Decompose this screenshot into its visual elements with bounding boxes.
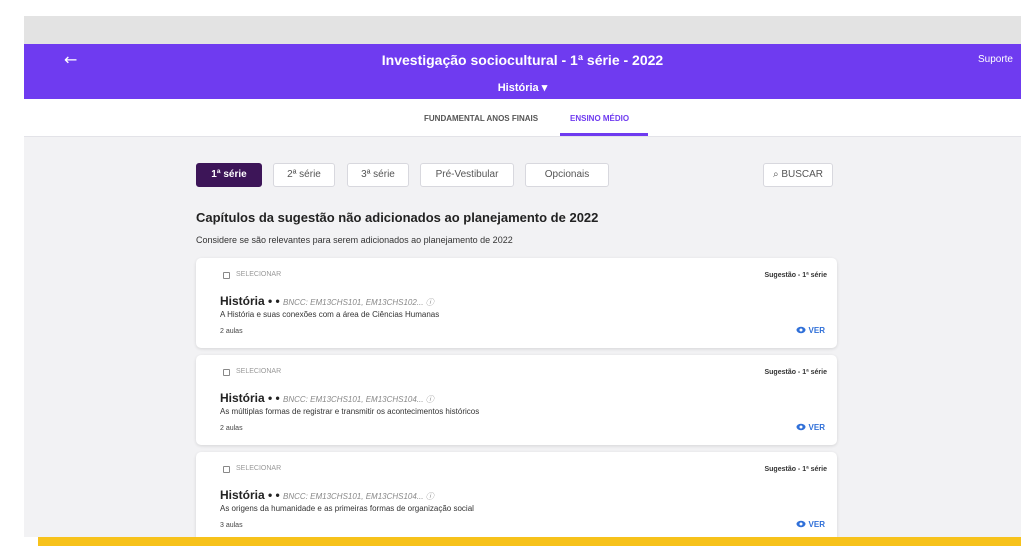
select-label[interactable]: SELECIONAR — [236, 271, 281, 278]
section-subtitle: Considere se são relevantes para serem a… — [196, 235, 513, 245]
select-checkbox[interactable] — [223, 466, 230, 473]
search-button[interactable]: ⌕ BUSCAR — [763, 163, 833, 187]
series-tab-2[interactable]: 2ª série — [273, 163, 335, 187]
bncc-codes: BNCC: EM13CHS101, EM13CHS104... ⓘ — [283, 492, 434, 501]
view-label: VER — [808, 326, 825, 335]
bottom-accent-bar — [38, 537, 1021, 546]
chapter-card: SELECIONAR Sugestão - 1ª série História … — [196, 258, 837, 348]
subject-name: História • • — [220, 391, 280, 405]
select-checkbox[interactable] — [223, 272, 230, 279]
subject-name: História • • — [220, 488, 280, 502]
chapter-card: SELECIONAR Sugestão - 1ª série História … — [196, 452, 837, 537]
series-tab-pre-vestibular[interactable]: Pré-Vestibular — [420, 163, 514, 187]
series-tab-1[interactable]: 1ª série — [196, 163, 262, 187]
select-checkbox[interactable] — [223, 369, 230, 376]
chapter-description: As origens da humanidade e as primeiras … — [220, 504, 474, 513]
eye-icon — [796, 423, 806, 431]
lesson-count: 2 aulas — [220, 328, 243, 335]
active-tab-underline — [560, 133, 648, 136]
view-button[interactable]: VER — [796, 520, 825, 529]
suggestion-tag: Sugestão - 1ª série — [764, 272, 827, 279]
view-label: VER — [808, 520, 825, 529]
view-button[interactable]: VER — [796, 326, 825, 335]
view-label: VER — [808, 423, 825, 432]
suggestion-tag: Sugestão - 1ª série — [764, 369, 827, 376]
section-title: Capítulos da sugestão não adicionados ao… — [196, 210, 599, 225]
modal-top-strip — [24, 16, 1021, 44]
subject-dropdown[interactable]: História ▾ — [24, 81, 1021, 94]
eye-icon — [796, 326, 806, 334]
tab-fundamental[interactable]: FUNDAMENTAL ANOS FINAIS — [424, 114, 538, 123]
suggestion-tag: Sugestão - 1ª série — [764, 466, 827, 473]
view-button[interactable]: VER — [796, 423, 825, 432]
bncc-codes: BNCC: EM13CHS101, EM13CHS102... ⓘ — [283, 298, 434, 307]
planning-modal: ← Investigação sociocultural - 1ª série … — [24, 16, 1021, 537]
series-tab-3[interactable]: 3ª série — [347, 163, 409, 187]
page-title: Investigação sociocultural - 1ª série - … — [381, 52, 664, 68]
eye-icon — [796, 520, 806, 528]
lesson-count: 3 aulas — [220, 522, 243, 529]
select-label[interactable]: SELECIONAR — [236, 465, 281, 472]
level-tabs: FUNDAMENTAL ANOS FINAIS ENSINO MÉDIO — [24, 99, 1021, 137]
subject-name: História • • — [220, 294, 280, 308]
chapter-description: As múltiplas formas de registrar e trans… — [220, 407, 480, 416]
select-label[interactable]: SELECIONAR — [236, 368, 281, 375]
header-bar: ← Investigação sociocultural - 1ª série … — [24, 44, 1021, 99]
bncc-codes: BNCC: EM13CHS101, EM13CHS104... ⓘ — [283, 395, 434, 404]
support-link[interactable]: Suporte — [978, 54, 1013, 65]
chapter-card: SELECIONAR Sugestão - 1ª série História … — [196, 355, 837, 445]
tab-ensino-medio[interactable]: ENSINO MÉDIO — [570, 114, 629, 123]
chapter-description: A História e suas conexões com a área de… — [220, 310, 440, 319]
lesson-count: 2 aulas — [220, 425, 243, 432]
series-tab-opcionais[interactable]: Opcionais — [525, 163, 609, 187]
